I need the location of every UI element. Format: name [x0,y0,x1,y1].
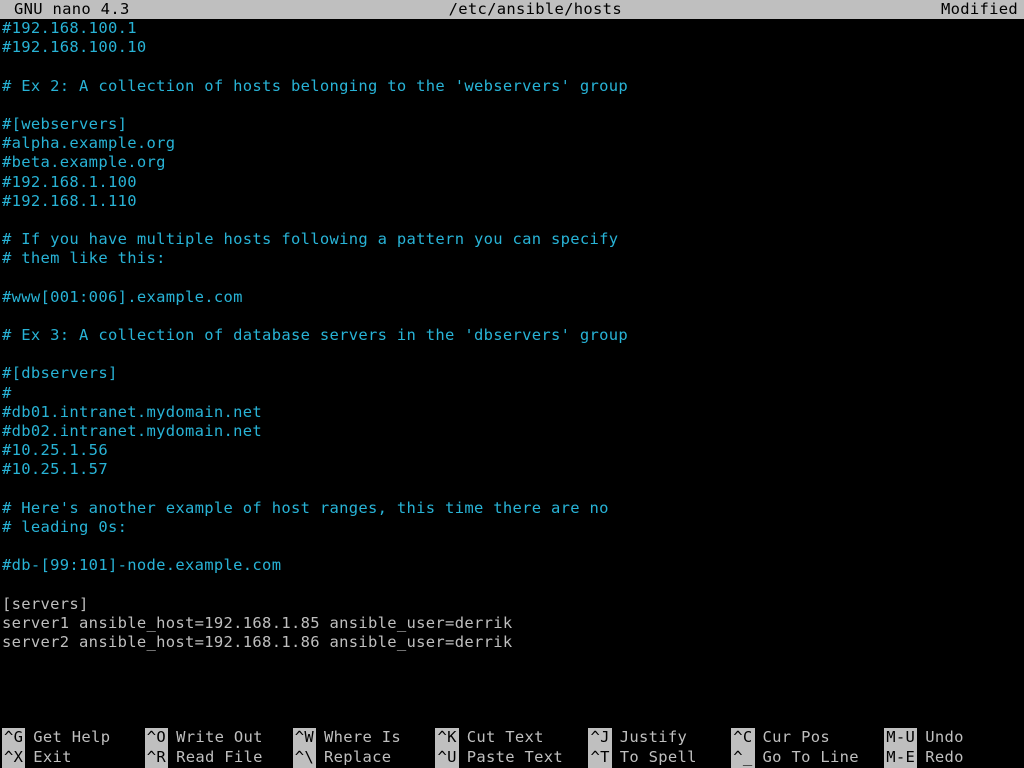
editor-line[interactable]: #192.168.100.1 [2,19,1024,38]
editor-line[interactable]: #[webservers] [2,115,1024,134]
nano-editor-screen: GNU nano 4.3 /etc/ansible/hosts Modified… [0,0,1024,768]
help-shortcut[interactable]: ^U Paste Text [435,748,588,768]
shortcut-key: ^X [2,748,25,767]
editor-line[interactable]: [servers] [2,595,1024,614]
editor-line[interactable]: # Ex 3: A collection of database servers… [2,326,1024,345]
editor-line[interactable]: #[dbservers] [2,364,1024,383]
editor-line[interactable]: #alpha.example.org [2,134,1024,153]
shortcut-label: Write Out [176,728,263,747]
help-shortcut[interactable]: ^K Cut Text [435,728,588,748]
shortcut-key: ^C [731,728,754,747]
editor-line[interactable]: server1 ansible_host=192.168.1.85 ansibl… [2,614,1024,633]
editor-line[interactable]: #db02.intranet.mydomain.net [2,422,1024,441]
editor-line[interactable] [2,537,1024,556]
editor-line[interactable] [2,96,1024,115]
shortcut-label: Redo [925,748,964,767]
shortcut-label: Paste Text [467,748,563,767]
editor-line[interactable] [2,575,1024,594]
shortcut-label: Get Help [33,728,110,747]
shortcut-key: ^R [145,748,168,767]
shortcut-label: Cut Text [467,728,544,747]
shortcut-label: To Spell [620,748,697,767]
editor-line[interactable] [2,268,1024,287]
shortcut-key: ^G [2,728,25,747]
shortcut-label: Read File [176,748,263,767]
editor-line[interactable]: #www[001:006].example.com [2,288,1024,307]
editor-line[interactable]: #10.25.1.57 [2,460,1024,479]
help-shortcut[interactable]: ^_ Go To Line [731,748,884,768]
shortcut-key: ^J [588,728,611,747]
help-shortcut[interactable]: M-U Undo [884,728,1022,748]
editor-line[interactable]: #db01.intranet.mydomain.net [2,403,1024,422]
help-shortcut[interactable]: M-E Redo [884,748,1022,768]
editor-line[interactable]: #192.168.1.110 [2,192,1024,211]
shortcut-key: M-E [884,748,917,767]
shortcut-label: Where Is [324,728,401,747]
titlebar: GNU nano 4.3 /etc/ansible/hosts Modified [0,0,1024,19]
editor-line[interactable]: #192.168.1.100 [2,173,1024,192]
app-name: GNU nano 4.3 [2,0,130,19]
editor-line[interactable] [2,345,1024,364]
shortcut-label: Replace [324,748,391,767]
shortcut-label: Go To Line [763,748,859,767]
shortcut-key: ^O [145,728,168,747]
editor-line[interactable]: # Ex 2: A collection of hosts belonging … [2,77,1024,96]
editor-line[interactable]: #db-[99:101]-node.example.com [2,556,1024,575]
shortcut-key: ^T [588,748,611,767]
shortcut-label: Cur Pos [763,728,830,747]
help-shortcut[interactable]: ^X Exit [2,748,145,768]
status-badge: Modified [941,0,1022,19]
help-shortcut[interactable]: ^\ Replace [293,748,436,768]
shortcut-key: M-U [884,728,917,747]
shortcut-key: ^U [435,748,458,767]
shortcut-key: ^\ [293,748,316,767]
help-shortcut[interactable]: ^J Justify [588,728,731,748]
help-shortcut[interactable]: ^G Get Help [2,728,145,748]
editor-line[interactable]: #10.25.1.56 [2,441,1024,460]
editor-line[interactable]: #192.168.100.10 [2,38,1024,57]
shortcut-key: ^_ [731,748,754,767]
shortcut-label: Justify [620,728,687,747]
editor-line[interactable] [2,211,1024,230]
shortcut-label: Exit [33,748,72,767]
editor-area[interactable]: #192.168.100.1#192.168.100.10 # Ex 2: A c… [2,19,1024,728]
help-shortcut[interactable]: ^T To Spell [588,748,731,768]
help-shortcut[interactable]: ^W Where Is [293,728,436,748]
shortcut-key: ^W [293,728,316,747]
editor-line[interactable]: server2 ansible_host=192.168.1.86 ansibl… [2,633,1024,652]
help-shortcut[interactable]: ^O Write Out [145,728,293,748]
editor-line[interactable] [2,307,1024,326]
shortcut-key: ^K [435,728,458,747]
editor-line[interactable] [2,480,1024,499]
shortcut-label: Undo [925,728,964,747]
file-path: /etc/ansible/hosts [130,0,941,19]
editor-line[interactable]: #beta.example.org [2,153,1024,172]
editor-line[interactable]: # If you have multiple hosts following a… [2,230,1024,249]
editor-line[interactable]: # them like this: [2,249,1024,268]
editor-line[interactable]: # [2,384,1024,403]
help-bar: ^G Get Help ^O Write Out ^W Where Is ^K Cut Tex… [0,728,1024,768]
editor-line[interactable]: # Here's another example of host ranges,… [2,499,1024,518]
help-shortcut[interactable]: ^C Cur Pos [731,728,884,748]
help-shortcut[interactable]: ^R Read File [145,748,293,768]
editor-line[interactable]: # leading 0s: [2,518,1024,537]
editor-line[interactable] [2,57,1024,76]
